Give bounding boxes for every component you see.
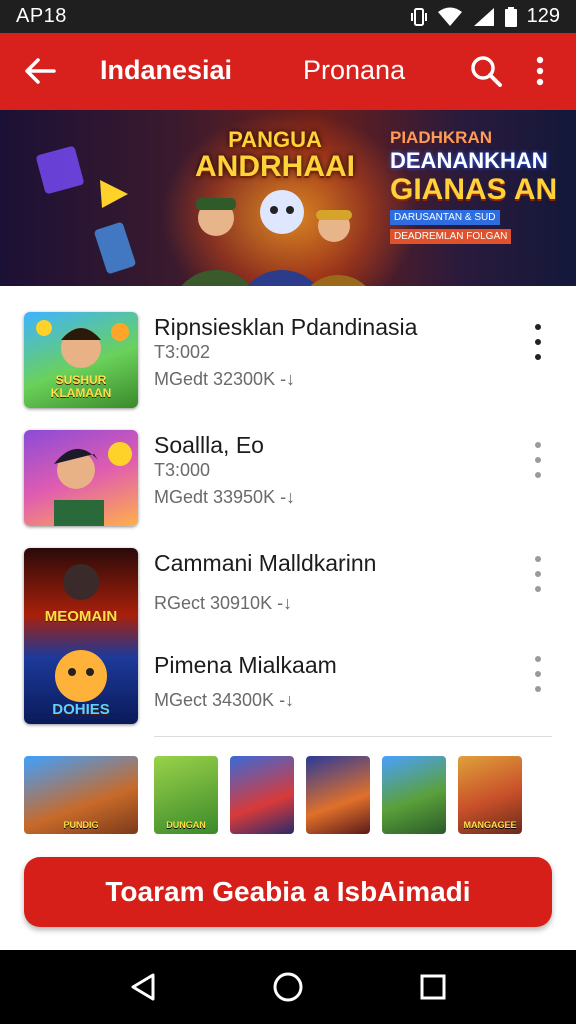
banner-tag-1: DARUSANTAN & SUD: [390, 210, 500, 225]
game-meta-2: MGedt 33950K -↓: [154, 487, 296, 507]
mini-thumbnail[interactable]: DUNGAN: [154, 756, 218, 834]
game-meta-2: RGect 30910K -↓: [154, 593, 293, 613]
battery-level: 129: [526, 5, 560, 27]
character-art: [54, 442, 132, 526]
battery-icon: [504, 6, 517, 27]
banner-subtitle-2: DEANANKHAN: [390, 148, 548, 173]
list-item[interactable]: Pimena Mialkaam MGect 34300K -↓: [0, 652, 576, 722]
thumbnail-caption-top: MEOMAIN: [44, 608, 118, 625]
recents-square-icon: [420, 974, 446, 1000]
banner-subtitle-3: GIANAS AN: [390, 173, 558, 206]
app-title: Indanesiai: [100, 55, 233, 85]
mini-thumbnail[interactable]: MANGAGEE: [458, 756, 522, 834]
game-meta-1: T3:000: [154, 460, 211, 480]
banner-title-line1: PANGUA: [228, 127, 322, 152]
mini-thumbnail[interactable]: [306, 756, 370, 834]
status-time: AP18: [16, 5, 67, 27]
more-vert-icon[interactable]: [526, 53, 554, 89]
game-thumbnail: [24, 430, 138, 526]
back-triangle-icon: [131, 973, 155, 1001]
primary-cta-button[interactable]: Toaram Geabia a IsbAimadi: [24, 857, 552, 927]
back-arrow-icon[interactable]: [22, 53, 58, 89]
item-more-icon[interactable]: [528, 442, 548, 478]
mini-caption: DUNGAN: [166, 820, 206, 830]
banner-subtitle-1: PIADHKRAN: [390, 128, 492, 147]
wifi-icon: [437, 7, 462, 26]
game-title: Pimena Mialkaam: [154, 652, 337, 678]
banner-title: PANGUA ANDRHAAI: [185, 128, 365, 182]
banner-tag-2: DEADREMLAN FOLGAN: [390, 229, 512, 244]
game-thumbnail: SUSHUR KLAMAAN: [24, 312, 138, 408]
game-meta-2: MGect 34300K -↓: [154, 690, 295, 710]
mini-caption: MANGAGEE: [463, 820, 517, 830]
list-divider: [154, 736, 552, 737]
mini-thumbnail[interactable]: PUNDIG: [24, 756, 138, 834]
nav-home-button[interactable]: [268, 967, 308, 1007]
app-bar: Indanesiai Pronana: [0, 33, 576, 110]
vibrate-icon: [410, 7, 427, 26]
game-title: Cammani Malldkarinn: [154, 550, 377, 576]
list-item[interactable]: Soallla, Eo T3:000 MGedt 33950K -↓: [0, 430, 576, 526]
banner-text: PIADHKRAN DEANANKHAN GIANAS AN DARUSANTA…: [390, 128, 570, 244]
thumbnail-strip: PUNDIG DUNGAN MANGAGEE: [0, 756, 576, 834]
nav-back-button[interactable]: [123, 967, 163, 1007]
home-circle-icon: [273, 972, 303, 1002]
item-more-icon[interactable]: [528, 656, 548, 692]
search-icon[interactable]: [468, 53, 504, 89]
tab-pronana[interactable]: Pronana: [303, 55, 405, 86]
item-more-icon[interactable]: [528, 556, 548, 592]
game-title: Ripnsiesklan Pdandinasia: [154, 314, 418, 340]
game-title: Soallla, Eo: [154, 432, 264, 458]
game-meta-1: T3:002: [154, 342, 211, 362]
game-meta-2: MGedt 32300K -↓: [154, 369, 296, 389]
status-bar: AP18 129: [0, 0, 576, 33]
signal-icon: [473, 7, 494, 26]
list-item[interactable]: SUSHUR KLAMAAN Ripnsiesklan Pdandinasia …: [0, 312, 576, 408]
system-nav-bar: [0, 950, 576, 1024]
banner-title-line2: ANDRHAAI: [195, 150, 355, 183]
mini-thumbnail[interactable]: [230, 756, 294, 834]
thumbnail-caption: SUSHUR KLAMAAN: [50, 373, 112, 400]
promo-banner[interactable]: PANGUA ANDRHAAI PIADHKRAN DEANANKHAN GIA…: [0, 110, 576, 286]
mini-thumbnail[interactable]: [382, 756, 446, 834]
nav-recents-button[interactable]: [413, 967, 453, 1007]
item-more-icon[interactable]: [528, 324, 548, 360]
status-icons: 129: [410, 5, 560, 28]
mini-caption: PUNDIG: [63, 820, 99, 830]
